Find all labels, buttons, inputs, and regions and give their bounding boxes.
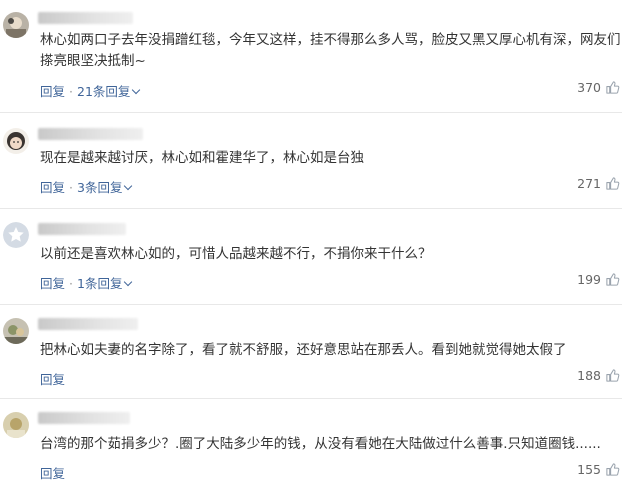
comment-text: 台湾的那个茹捐多少？.圈了大陆多少年的钱，从没有看她在大陆做过什么善事.只知道圈…	[40, 436, 601, 452]
chevron-down-icon	[124, 277, 133, 287]
divider	[0, 208, 622, 209]
comment-text: 以前还是喜欢林心如的，可惜人品越来越不行，不捐你来干什么？	[40, 246, 432, 262]
user-avatar[interactable]	[3, 412, 29, 438]
replies-count-label: 3条回复	[77, 180, 123, 195]
comment-text: 把林心如夫妻的名字除了，看了就不舒服，还好意思站在那丢人。看到她就觉得她太假了	[40, 342, 567, 358]
like-area: 199	[577, 272, 620, 287]
chevron-down-icon	[124, 181, 133, 191]
comment-actions: 回复	[40, 463, 65, 482]
reply-button[interactable]: 回复	[40, 372, 65, 387]
comment-actions: 回复 · 21条回复	[40, 81, 141, 100]
divider	[0, 304, 622, 305]
like-area: 155	[577, 462, 620, 477]
reply-button[interactable]: 回复	[40, 180, 65, 195]
like-count: 188	[577, 368, 601, 383]
comment-actions: 回复 · 1条回复	[40, 273, 133, 292]
username-blurred[interactable]	[38, 412, 130, 424]
view-replies-button[interactable]: 1条回复	[77, 276, 133, 291]
thumbs-up-icon[interactable]	[605, 462, 620, 477]
thumbs-up-icon[interactable]	[605, 272, 620, 287]
user-avatar[interactable]	[3, 12, 29, 38]
comment-text: 现在是越来越讨厌，林心如和霍建华了，林心如是台独	[40, 150, 364, 166]
like-count: 155	[577, 462, 601, 477]
comment-actions: 回复	[40, 369, 65, 388]
view-replies-button[interactable]: 3条回复	[77, 180, 133, 195]
thumbs-up-icon[interactable]	[605, 368, 620, 383]
reply-button[interactable]: 回复	[40, 276, 65, 291]
like-area: 370	[577, 80, 620, 95]
like-count: 370	[577, 80, 601, 95]
username-blurred[interactable]	[38, 318, 138, 330]
username-blurred[interactable]	[38, 223, 126, 235]
thumbs-up-icon[interactable]	[605, 176, 620, 191]
user-avatar[interactable]	[3, 318, 29, 344]
comment-text: 林心如两口子去年没捐蹭红毯，今年又这样，挂不得那么多人骂，脸皮又黑又厚心机有深，…	[40, 32, 621, 69]
username-blurred[interactable]	[38, 128, 143, 140]
replies-count-label: 21条回复	[77, 84, 131, 99]
like-area: 271	[577, 176, 620, 191]
thumbs-up-icon[interactable]	[605, 80, 620, 95]
comment-actions: 回复 · 3条回复	[40, 177, 133, 196]
chevron-down-icon	[132, 85, 141, 95]
divider	[0, 112, 622, 113]
divider	[0, 398, 622, 399]
default-star-avatar[interactable]	[3, 222, 29, 248]
replies-count-label: 1条回复	[77, 276, 123, 291]
like-count: 271	[577, 176, 601, 191]
like-count: 199	[577, 272, 601, 287]
user-avatar[interactable]	[3, 128, 29, 154]
reply-button[interactable]: 回复	[40, 466, 65, 481]
reply-button[interactable]: 回复	[40, 84, 65, 99]
view-replies-button[interactable]: 21条回复	[77, 84, 141, 99]
like-area: 188	[577, 368, 620, 383]
username-blurred[interactable]	[38, 12, 133, 24]
